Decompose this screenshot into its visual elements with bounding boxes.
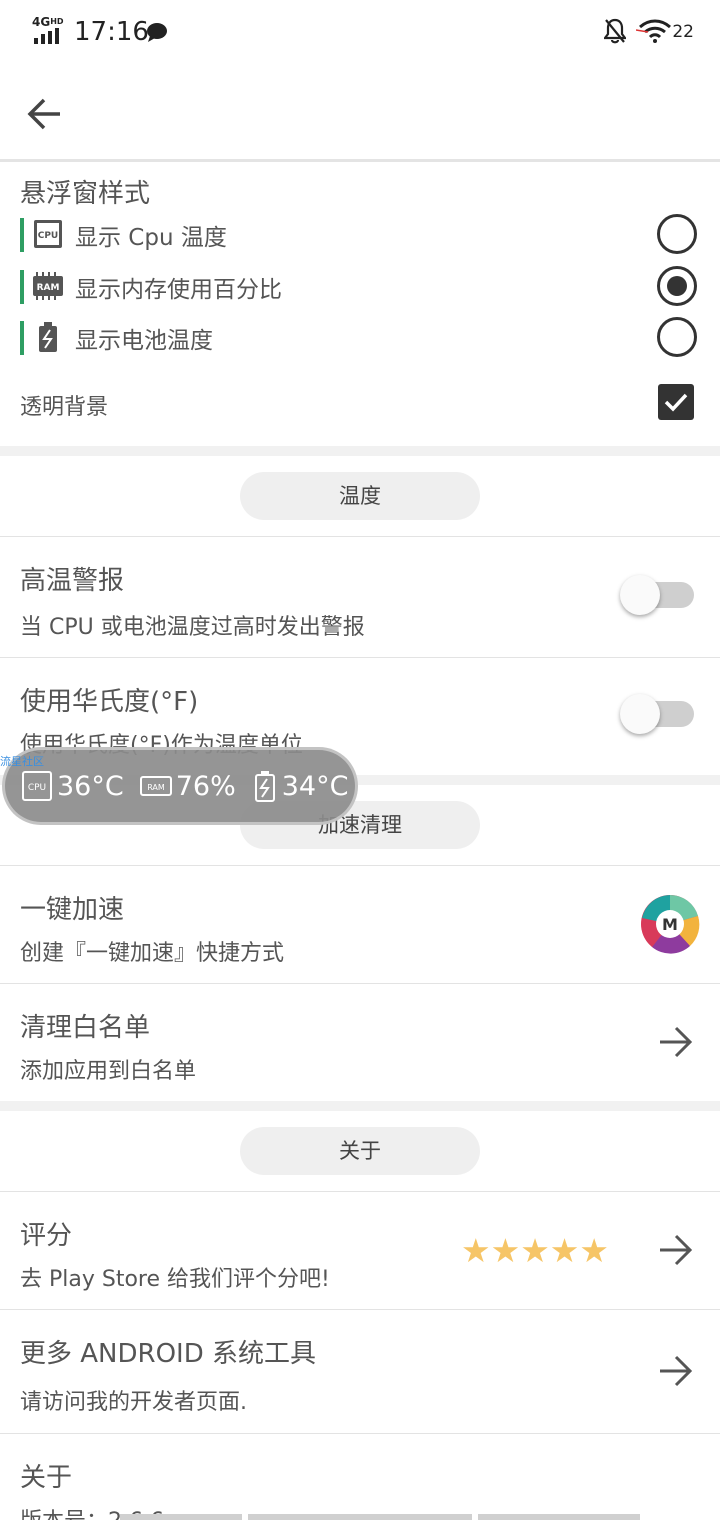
accent-bar bbox=[20, 321, 24, 355]
bottom-bar-segment bbox=[478, 1514, 640, 1520]
rating-stars: ★ ★ ★ ★ ★ bbox=[461, 1234, 609, 1267]
star-icon: ★ bbox=[520, 1231, 550, 1270]
section-separator bbox=[0, 1101, 720, 1111]
radio-cpu-temp[interactable] bbox=[657, 214, 697, 254]
divider bbox=[0, 657, 720, 658]
whitelist-subtitle: 添加应用到白名单 bbox=[20, 1059, 197, 1084]
divider bbox=[0, 1433, 720, 1434]
arrow-right-icon[interactable] bbox=[656, 1022, 696, 1062]
accent-bar bbox=[20, 218, 24, 252]
toggle-knob bbox=[620, 694, 660, 734]
option-show-ram-percent[interactable]: RAM 显示内存使用百分比 bbox=[20, 266, 700, 308]
svg-text:M: M bbox=[662, 915, 678, 934]
one-key-boost-title: 一键加速 bbox=[20, 895, 125, 925]
watermark-text: 流星社区 bbox=[0, 755, 44, 768]
divider bbox=[0, 983, 720, 984]
about-title: 关于 bbox=[20, 1463, 73, 1493]
radio-battery-temp[interactable] bbox=[657, 317, 697, 357]
cpu-chip-icon: CPU bbox=[22, 771, 52, 801]
rate-subtitle: 去 Play Store 给我们评个分吧! bbox=[20, 1267, 330, 1292]
overlay-cpu-temp: 36°C bbox=[57, 770, 124, 802]
svg-text:RAM: RAM bbox=[37, 283, 60, 293]
star-icon: ★ bbox=[461, 1231, 491, 1270]
check-icon bbox=[664, 393, 688, 412]
star-icon: ★ bbox=[549, 1231, 580, 1270]
option-label: 显示内存使用百分比 bbox=[75, 277, 282, 303]
divider bbox=[0, 865, 720, 866]
high-temp-alarm-toggle[interactable] bbox=[620, 575, 694, 615]
arrow-right-icon[interactable] bbox=[656, 1351, 696, 1391]
charging-indicator-icon bbox=[636, 29, 649, 33]
svg-text:RAM: RAM bbox=[147, 783, 165, 792]
overlay-battery-temp: 34°C bbox=[281, 770, 349, 802]
whitelist-title: 清理白名单 bbox=[20, 1013, 151, 1043]
rate-title: 评分 bbox=[20, 1221, 73, 1251]
chat-notification-icon bbox=[147, 23, 167, 42]
battery-level: 22 bbox=[672, 22, 694, 42]
one-key-boost-subtitle: 创建『一键加速』快捷方式 bbox=[20, 941, 285, 966]
svg-text:CPU: CPU bbox=[28, 783, 46, 793]
clock: 17:16 bbox=[74, 17, 149, 47]
high-temp-alarm-title: 高温警报 bbox=[20, 566, 125, 596]
overlay-cpu: CPU 36°C bbox=[21, 770, 124, 802]
float-style-title: 悬浮窗样式 bbox=[20, 179, 151, 209]
option-label: 显示电池温度 bbox=[75, 328, 213, 354]
signal-icon bbox=[34, 28, 59, 44]
network-type: 4GHD bbox=[32, 15, 64, 29]
svg-text:CPU: CPU bbox=[38, 231, 59, 241]
ram-chip-icon: RAM bbox=[139, 776, 172, 796]
transparent-bg-checkbox[interactable] bbox=[658, 384, 694, 420]
cpu-chip-icon: CPU bbox=[34, 220, 62, 248]
bottom-bar-segment bbox=[248, 1514, 472, 1520]
star-icon: ★ bbox=[579, 1231, 609, 1270]
divider bbox=[0, 1191, 720, 1192]
temperature-section-header: 温度 bbox=[240, 472, 480, 520]
status-bar: 4GHD 17:16 22 bbox=[0, 0, 720, 66]
fahrenheit-title: 使用华氏度(°F) bbox=[20, 687, 199, 717]
fahrenheit-toggle[interactable] bbox=[620, 694, 694, 734]
back-arrow-icon[interactable] bbox=[22, 92, 66, 136]
more-tools-subtitle: 请访问我的开发者页面. bbox=[20, 1390, 247, 1415]
overlay-battery: 34°C bbox=[252, 770, 349, 802]
star-icon: ★ bbox=[490, 1231, 521, 1270]
transparent-bg-label: 透明背景 bbox=[20, 395, 109, 420]
bell-off-icon bbox=[604, 18, 626, 44]
option-label: 显示 Cpu 温度 bbox=[75, 225, 227, 251]
accent-bar bbox=[20, 270, 24, 304]
option-show-battery-temp[interactable]: 显示电池温度 bbox=[20, 317, 700, 359]
overlay-ram: RAM 76% bbox=[139, 770, 236, 802]
app-bar bbox=[0, 66, 720, 162]
toggle-knob bbox=[620, 575, 660, 615]
option-show-cpu-temp[interactable]: CPU 显示 Cpu 温度 bbox=[20, 214, 700, 256]
section-separator bbox=[0, 446, 720, 456]
high-temp-alarm-subtitle: 当 CPU 或电池温度过高时发出警报 bbox=[20, 615, 365, 640]
arrow-right-icon[interactable] bbox=[656, 1230, 696, 1270]
more-tools-title: 更多 ANDROID 系统工具 bbox=[20, 1339, 317, 1369]
battery-icon bbox=[254, 771, 275, 802]
divider bbox=[0, 1309, 720, 1310]
battery-icon bbox=[39, 322, 57, 352]
about-section-header: 关于 bbox=[240, 1127, 480, 1175]
divider bbox=[0, 536, 720, 537]
ram-chip-icon: RAM bbox=[33, 272, 63, 300]
bottom-bar-segment bbox=[120, 1514, 242, 1520]
floating-monitor-window[interactable]: CPU 36°C RAM 76% 34°C bbox=[2, 747, 358, 825]
app-logo-icon: M bbox=[641, 894, 700, 954]
radio-ram-percent[interactable] bbox=[657, 266, 697, 306]
overlay-ram-percent: 76% bbox=[175, 770, 236, 802]
